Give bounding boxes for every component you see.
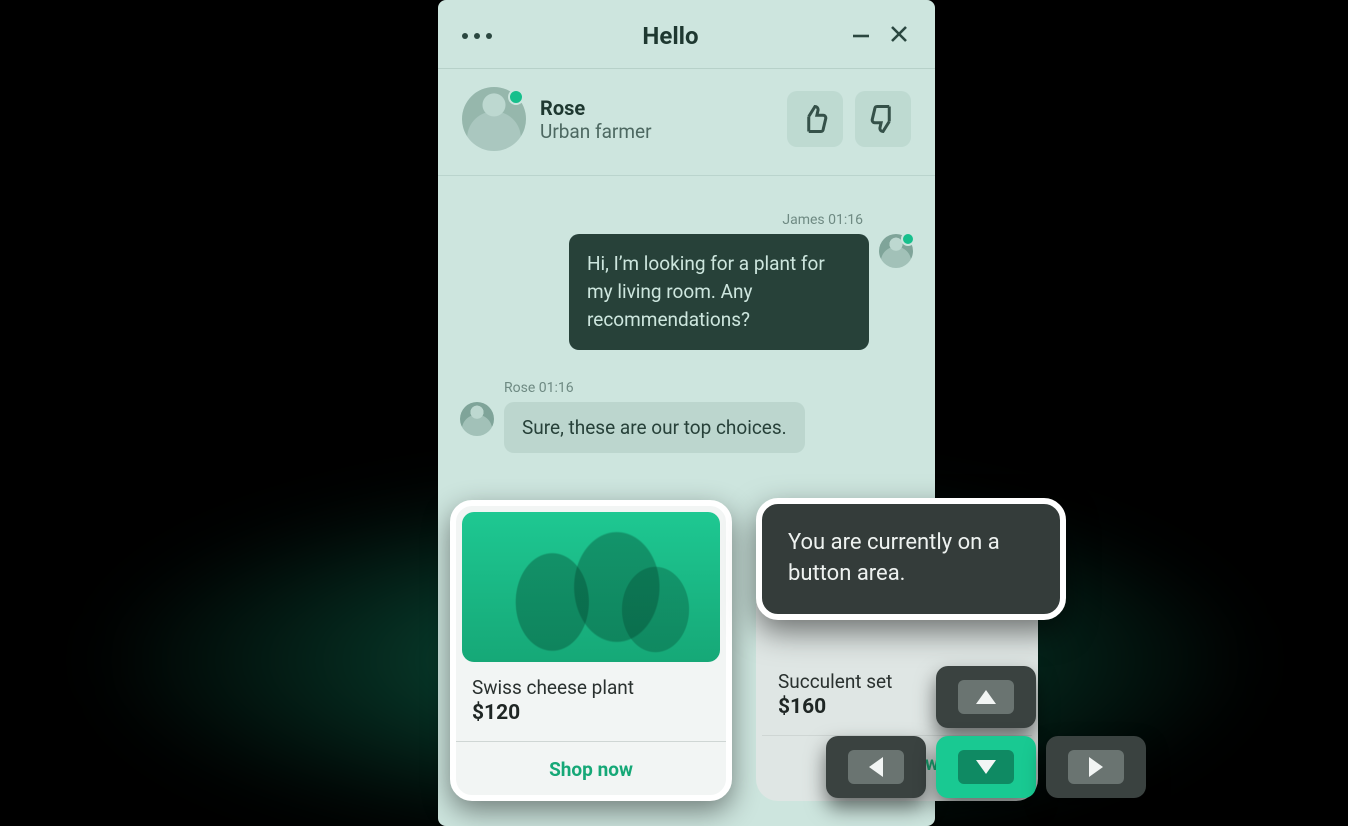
product-card[interactable]: Swiss cheese plant $120 Shop now (450, 500, 732, 801)
outgoing-message: Hi, I’m looking for a plant for my livin… (569, 234, 869, 350)
titlebar: Hello (438, 0, 935, 69)
message-meta: James 01:16 (460, 212, 913, 228)
agent-role: Urban farmer (540, 120, 652, 143)
sender-avatar (879, 234, 913, 268)
more-icon[interactable] (462, 33, 492, 39)
thumbs-down-button[interactable] (855, 91, 911, 147)
arrow-right-key[interactable] (1046, 736, 1146, 798)
accessibility-tooltip: You are currently on a button area. (756, 498, 1066, 620)
agent-avatar-small (460, 402, 494, 436)
product-title: Swiss cheese plant (472, 676, 710, 699)
incoming-message: Sure, these are our top choices. (504, 402, 805, 453)
agent-avatar (462, 87, 526, 151)
minimize-icon[interactable] (849, 22, 873, 50)
message-list: James 01:16 Hi, I’m looking for a plant … (438, 176, 935, 453)
presence-indicator (508, 89, 524, 105)
product-price: $120 (472, 701, 710, 725)
arrow-down-key[interactable] (936, 736, 1036, 798)
arrow-up-key[interactable] (936, 666, 1036, 728)
agent-name: Rose (540, 96, 652, 120)
agent-header: Rose Urban farmer (438, 69, 935, 176)
shop-now-button[interactable]: Shop now (456, 742, 726, 795)
arrow-left-key[interactable] (826, 736, 926, 798)
product-image (462, 512, 720, 662)
message-meta: Rose 01:16 (460, 380, 913, 396)
close-icon[interactable] (887, 22, 911, 50)
window-title: Hello (642, 22, 698, 50)
thumbs-up-button[interactable] (787, 91, 843, 147)
